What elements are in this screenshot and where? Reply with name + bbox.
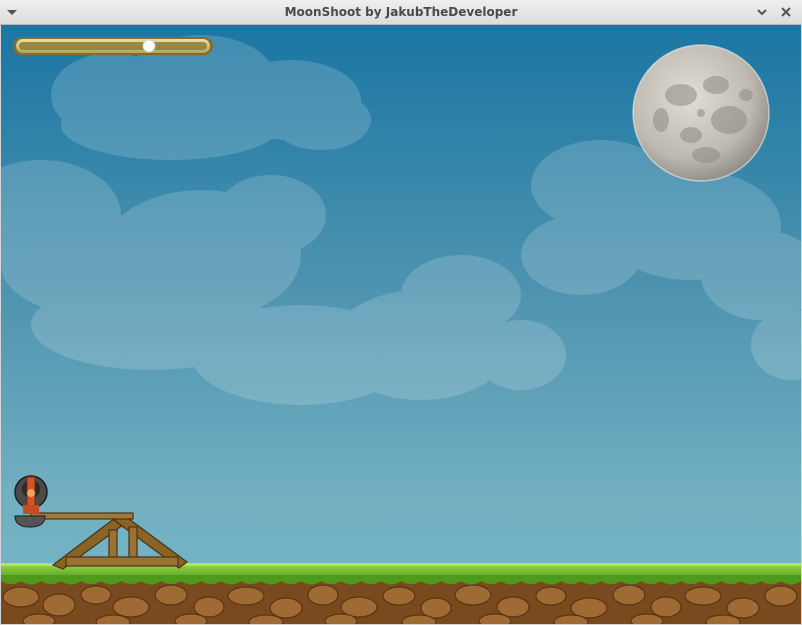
window-title: MoonShoot by JakubTheDeveloper [284, 5, 518, 19]
game-scene[interactable] [1, 25, 801, 624]
catapult-bucket [14, 515, 46, 528]
title-bar[interactable]: MoonShoot by JakubTheDeveloper [0, 0, 802, 25]
power-indicator [142, 39, 156, 53]
power-bar [13, 37, 213, 55]
ground [1, 563, 801, 624]
moon[interactable] [632, 44, 770, 182]
minimize-icon[interactable] [754, 4, 770, 20]
game-canvas[interactable] [1, 25, 801, 624]
game-window: MoonShoot by JakubTheDeveloper [0, 0, 802, 625]
close-icon[interactable] [778, 4, 794, 20]
